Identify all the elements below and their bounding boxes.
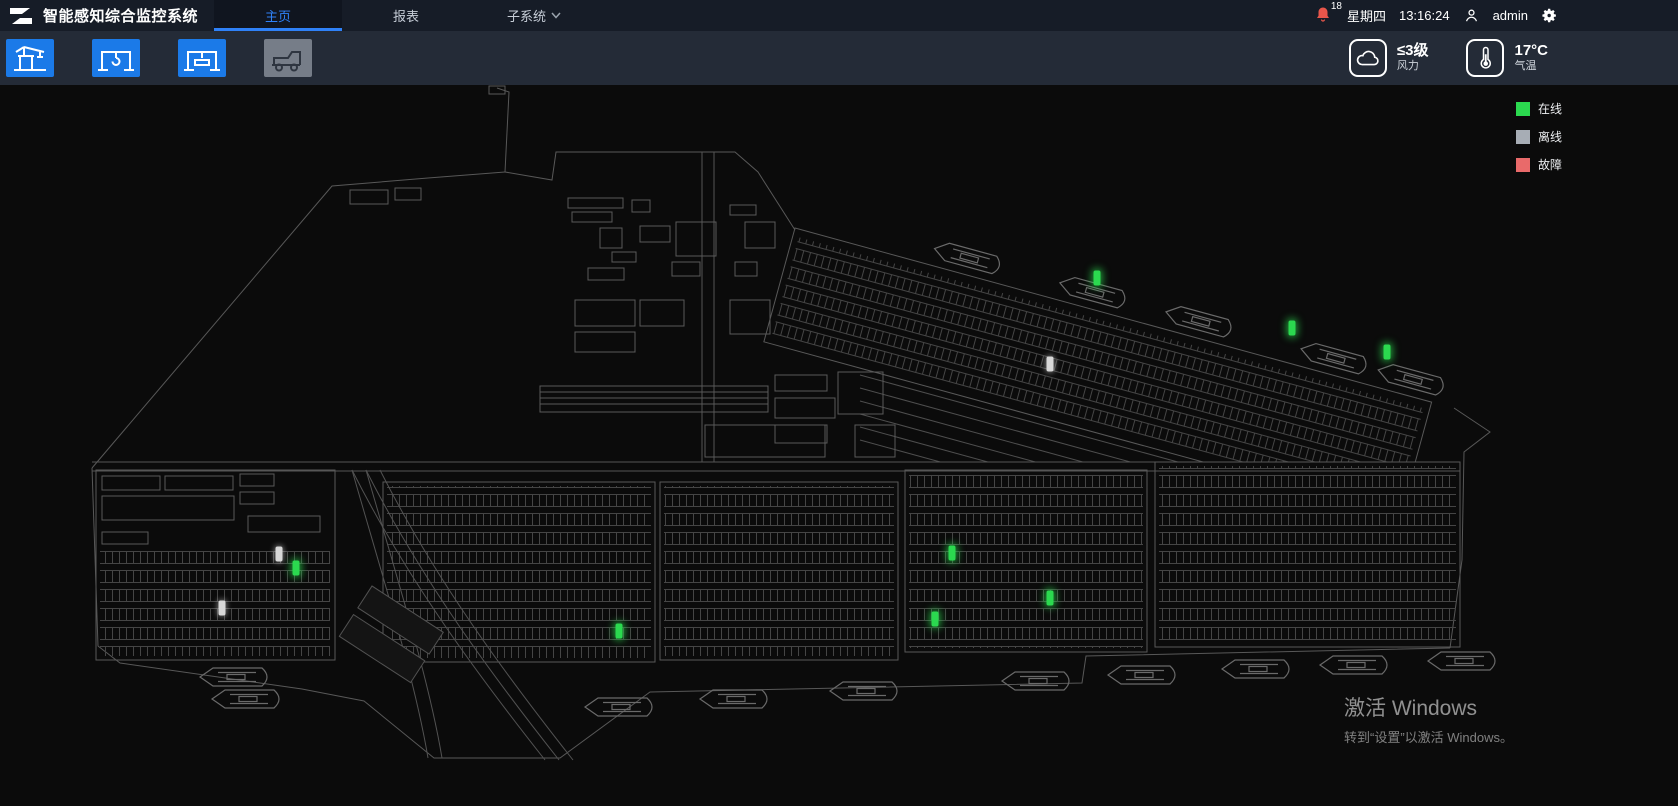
tab-subsystems-label: 子系统 xyxy=(507,6,546,25)
gantry-crane-spreader-filter-button[interactable] xyxy=(178,39,226,77)
user-icon xyxy=(1463,7,1480,24)
username[interactable]: admin xyxy=(1493,8,1528,23)
gear-icon[interactable] xyxy=(1541,7,1558,24)
tab-reports-label: 报表 xyxy=(393,6,419,25)
temperature-label: 气温 xyxy=(1514,60,1548,73)
wind-label: 风力 xyxy=(1397,60,1429,73)
device-marker-online[interactable] xyxy=(293,561,300,576)
wind-readout: ≤3级 风力 xyxy=(1397,42,1429,73)
device-marker-offline[interactable] xyxy=(1047,357,1054,372)
device-marker-online[interactable] xyxy=(1384,345,1391,360)
legend-swatch-offline xyxy=(1516,130,1530,144)
top-nav-bar: 智能感知综合监控系统 主页 报表 子系统 18 xyxy=(0,0,1678,31)
device-marker-online[interactable] xyxy=(1289,321,1296,336)
app-title: 智能感知综合监控系统 xyxy=(43,5,198,26)
screen: 在线 离线 故障 激活 Windows 转到“设置”以激活 Windows。 智… xyxy=(0,0,1678,806)
tab-home[interactable]: 主页 xyxy=(214,0,342,31)
map-area: 在线 离线 故障 激活 Windows 转到“设置”以激活 Windows。 xyxy=(0,0,1678,806)
device-marker-offline[interactable] xyxy=(219,601,226,616)
status-legend: 在线 离线 故障 xyxy=(1516,100,1562,173)
equipment-toolbar: ≤3级 风力 17°C 气温 xyxy=(0,31,1678,85)
container-truck-icon xyxy=(268,43,308,73)
watermark-line1: 激活 Windows xyxy=(1344,692,1513,722)
gantry-crane-spreader-icon xyxy=(182,43,222,73)
wind-value: ≤3级 xyxy=(1397,42,1429,60)
legend-item-online: 在线 xyxy=(1516,100,1562,117)
legend-item-fault: 故障 xyxy=(1516,156,1562,173)
windows-activation-watermark: 激活 Windows 转到“设置”以激活 Windows。 xyxy=(1344,692,1513,746)
notification-bell[interactable]: 18 xyxy=(1314,6,1334,26)
brand: 智能感知综合监控系统 xyxy=(0,5,198,27)
temperature-readout: 17°C 气温 xyxy=(1514,42,1548,73)
device-marker-layer xyxy=(0,0,1678,806)
legend-swatch-fault xyxy=(1516,158,1530,172)
device-marker-online[interactable] xyxy=(616,624,623,639)
device-marker-online[interactable] xyxy=(1094,271,1101,286)
notification-count: 18 xyxy=(1331,2,1342,12)
temperature-button[interactable] xyxy=(1466,39,1504,77)
thermometer-icon xyxy=(1476,45,1494,71)
nav-tabs: 主页 报表 子系统 xyxy=(214,0,598,31)
legend-item-offline: 离线 xyxy=(1516,128,1562,145)
weather-widget: ≤3级 风力 17°C 气温 xyxy=(1349,39,1678,77)
equipment-filter-buttons xyxy=(0,39,312,77)
tab-reports[interactable]: 报表 xyxy=(342,0,470,31)
chevron-down-icon xyxy=(551,12,561,19)
tab-subsystems[interactable]: 子系统 xyxy=(470,0,598,31)
legend-label-online: 在线 xyxy=(1538,100,1562,117)
weekday-label: 星期四 xyxy=(1347,6,1386,25)
legend-label-fault: 故障 xyxy=(1538,156,1562,173)
tab-home-label: 主页 xyxy=(265,6,291,25)
app-logo-icon xyxy=(8,5,34,27)
device-marker-offline[interactable] xyxy=(276,547,283,562)
container-truck-filter-button[interactable] xyxy=(264,39,312,77)
quay-crane-filter-button[interactable] xyxy=(6,39,54,77)
bell-icon xyxy=(1314,6,1332,24)
device-marker-online[interactable] xyxy=(1047,591,1054,606)
wind-button[interactable] xyxy=(1349,39,1387,77)
quay-crane-icon xyxy=(10,43,50,73)
legend-label-offline: 离线 xyxy=(1538,128,1562,145)
device-marker-online[interactable] xyxy=(949,546,956,561)
gantry-crane-hook-icon xyxy=(96,43,136,73)
temperature-value: 17°C xyxy=(1514,42,1548,60)
topbar-right: 18 星期四 13:16:24 admin xyxy=(1314,6,1678,26)
cloud-icon xyxy=(1355,47,1381,69)
device-marker-online[interactable] xyxy=(932,612,939,627)
watermark-line2: 转到“设置”以激活 Windows。 xyxy=(1344,727,1513,746)
clock: 13:16:24 xyxy=(1399,8,1450,23)
gantry-crane-hook-filter-button[interactable] xyxy=(92,39,140,77)
legend-swatch-online xyxy=(1516,102,1530,116)
